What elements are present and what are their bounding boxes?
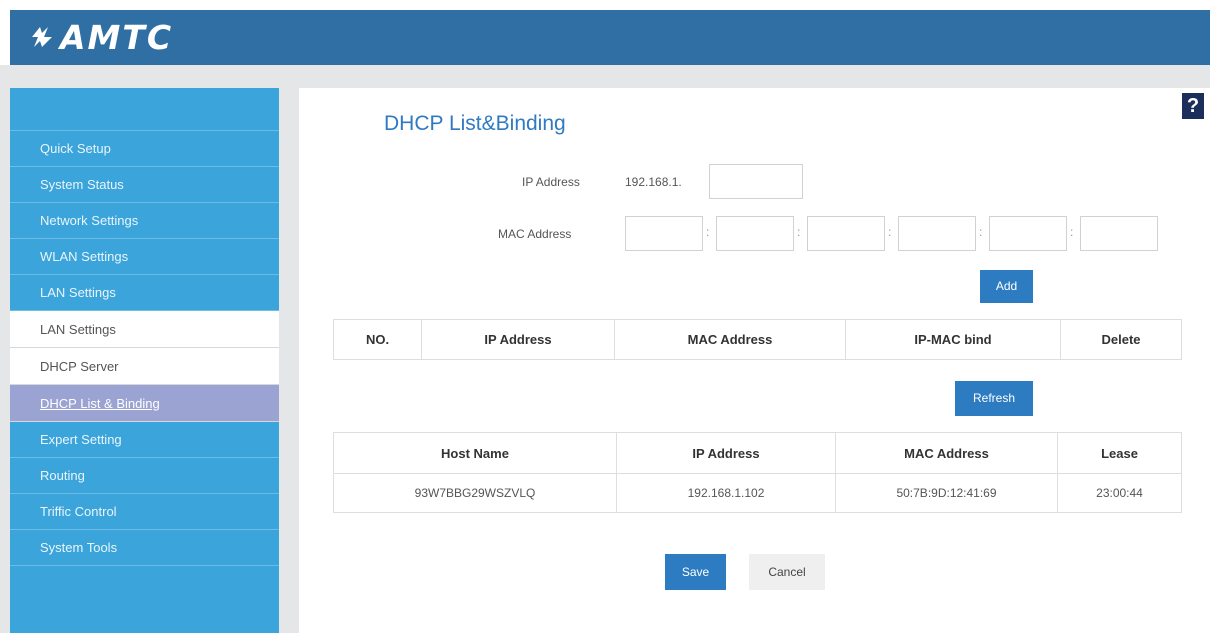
sidebar-subitem-lan-settings[interactable]: LAN Settings xyxy=(10,311,279,348)
column-header-ip-address: IP Address xyxy=(616,432,836,474)
binding-table: NO. IP Address MAC Address IP-MAC bind D… xyxy=(333,319,1182,360)
mac-separator: : xyxy=(1070,225,1074,239)
refresh-button[interactable]: Refresh xyxy=(955,381,1033,416)
sidebar-item-wlan-settings[interactable]: WLAN Settings xyxy=(10,239,279,275)
mac-separator: : xyxy=(797,225,801,239)
sidebar-item-expert-setting[interactable]: Expert Setting xyxy=(10,422,279,458)
mac-address-cell: 50:7B:9D:12:41:69 xyxy=(835,473,1058,513)
sidebar: Quick Setup System Status Network Settin… xyxy=(10,88,279,633)
column-header-no: NO. xyxy=(333,319,422,360)
host-name-cell: 93W7BBG29WSZVLQ xyxy=(333,473,617,513)
logo-icon xyxy=(32,27,52,47)
brand-logo: AMTC xyxy=(28,14,173,60)
sidebar-subitem-dhcp-server[interactable]: DHCP Server xyxy=(10,348,279,385)
ip-address-label: IP Address xyxy=(522,175,580,189)
sidebar-item-network-settings[interactable]: Network Settings xyxy=(10,203,279,239)
ip-last-octet-input[interactable] xyxy=(709,164,803,199)
sidebar-item-lan-settings[interactable]: LAN Settings xyxy=(10,275,279,311)
sidebar-item-system-status[interactable]: System Status xyxy=(10,167,279,203)
mac-octet-1-input[interactable] xyxy=(625,216,703,251)
main-content: DHCP List&Binding IP Address 192.168.1. … xyxy=(299,88,1210,633)
sidebar-subitem-dhcp-list-binding[interactable]: DHCP List & Binding xyxy=(10,385,279,422)
ip-prefix: 192.168.1. xyxy=(625,175,682,189)
mac-address-label: MAC Address xyxy=(498,227,572,241)
column-header-host-name: Host Name xyxy=(333,432,617,474)
mac-separator: : xyxy=(888,225,892,239)
mac-octet-5-input[interactable] xyxy=(989,216,1067,251)
sidebar-item-routing[interactable]: Routing xyxy=(10,458,279,494)
mac-separator: : xyxy=(979,225,983,239)
mac-octet-3-input[interactable] xyxy=(807,216,885,251)
help-icon[interactable]: ? xyxy=(1182,93,1204,119)
column-header-mac-address: MAC Address xyxy=(614,319,846,360)
mac-octet-4-input[interactable] xyxy=(898,216,976,251)
sidebar-header xyxy=(10,88,279,131)
sidebar-item-quick-setup[interactable]: Quick Setup xyxy=(10,131,279,167)
ip-address-cell: 192.168.1.102 xyxy=(616,473,836,513)
add-button[interactable]: Add xyxy=(980,270,1033,303)
lease-cell: 23:00:44 xyxy=(1057,473,1182,513)
page-title: DHCP List&Binding xyxy=(384,112,566,135)
mac-separator: : xyxy=(706,225,710,239)
column-header-lease: Lease xyxy=(1057,432,1182,474)
sidebar-item-system-tools[interactable]: System Tools xyxy=(10,530,279,566)
client-list-table: Host Name IP Address MAC Address Lease 9… xyxy=(333,432,1182,513)
column-header-delete: Delete xyxy=(1060,319,1182,360)
column-header-mac-address: MAC Address xyxy=(835,432,1058,474)
sidebar-item-traffic-control[interactable]: Triffic Control xyxy=(10,494,279,530)
table-row: 93W7BBG29WSZVLQ 192.168.1.102 50:7B:9D:1… xyxy=(333,473,1182,513)
logo-text: AMTC xyxy=(60,17,174,57)
mac-octet-2-input[interactable] xyxy=(716,216,794,251)
mac-octet-6-input[interactable] xyxy=(1080,216,1158,251)
top-header-bar: AMTC xyxy=(10,10,1210,65)
column-header-ip-mac-bind: IP-MAC bind xyxy=(845,319,1061,360)
save-button[interactable]: Save xyxy=(665,554,726,590)
column-header-ip-address: IP Address xyxy=(421,319,615,360)
cancel-button[interactable]: Cancel xyxy=(749,554,825,590)
